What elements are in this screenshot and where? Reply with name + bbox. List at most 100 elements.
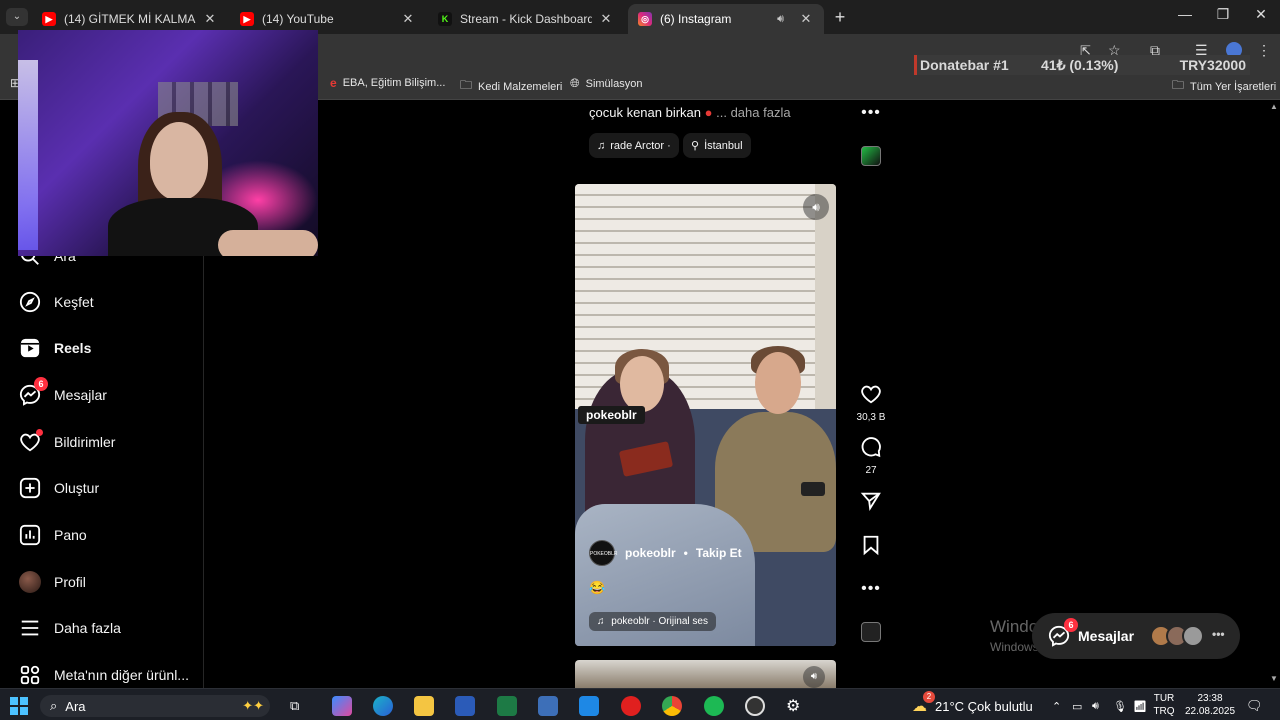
taskbar-spotify[interactable]	[704, 695, 724, 717]
spotify-icon	[704, 696, 724, 716]
location-pin-icon: ⚲	[691, 140, 700, 152]
taskbar-chrome[interactable]	[662, 695, 682, 717]
messenger-icon: 6	[18, 377, 48, 407]
weather-badge: 2	[923, 691, 935, 703]
network-icon: 📶︎	[1133, 700, 1147, 713]
start-button[interactable]	[10, 695, 28, 717]
tray-network[interactable]: 📶︎	[1133, 695, 1147, 717]
taskbar-opera[interactable]	[621, 695, 641, 717]
task-view-icon: ⧉	[290, 698, 300, 713]
music-chip[interactable]: ♫ rade Arctor ·	[589, 133, 679, 158]
instagram-icon: ◎	[638, 12, 652, 26]
prev-more-button[interactable]: •••	[850, 104, 892, 122]
messages-badge: 6	[1064, 618, 1078, 632]
close-icon[interactable]: ✕	[202, 11, 218, 27]
next-reel-video[interactable]: 🔊︎	[575, 660, 836, 688]
taskbar-word[interactable]	[455, 695, 475, 717]
sidebar-item-bildirimler[interactable]: Bildirimler	[18, 426, 115, 458]
volume-icon[interactable]: 🔊︎	[803, 194, 829, 220]
excel-icon	[497, 696, 517, 716]
taskbar-search[interactable]: ⌕ Ara ✦✦	[40, 695, 270, 717]
minimize-button[interactable]: —	[1165, 6, 1205, 22]
tab-search-icon[interactable]: ⌄	[6, 8, 28, 26]
bookmark-eba[interactable]: e EBA, Eğitim Bilişim...	[330, 76, 445, 90]
tray-battery[interactable]: ▭	[1072, 695, 1082, 717]
messages-pill[interactable]: 6 Mesajlar •••	[1032, 613, 1240, 659]
sidebar-item-pano[interactable]: Pano	[18, 519, 87, 551]
weather-widget[interactable]: ☁ 2 21°C Çok bulutlu	[912, 691, 1033, 717]
tray-mic[interactable]: 🎙︎	[1113, 695, 1127, 717]
sidebar-item-profil[interactable]: Profil	[18, 566, 86, 598]
meta-apps-icon	[18, 663, 42, 687]
notification-badge: 6	[34, 377, 48, 391]
tab-instagram[interactable]: ◎ (6) Instagram 🔊︎ ✕	[628, 4, 824, 34]
battery-icon: ▭	[1072, 700, 1083, 713]
share-button[interactable]	[850, 490, 892, 517]
taskbar-obs[interactable]	[745, 695, 765, 717]
tab-kick-dashboard[interactable]: K Stream - Kick Dashboard ✕	[428, 4, 624, 34]
close-icon[interactable]: ✕	[798, 11, 814, 27]
gear-icon: ⚙	[786, 698, 801, 715]
donatebar-overlay: Donatebar #1 41₺ (0.13%) TRY32000	[914, 55, 1250, 75]
save-button[interactable]	[850, 534, 892, 561]
music-note-icon: ♫	[597, 139, 606, 152]
browser-menu-icon[interactable]: ⋮	[1257, 42, 1271, 59]
comment-button[interactable]: 27	[850, 436, 892, 476]
author-avatar[interactable]: POKEOBLR	[589, 540, 618, 566]
scroll-up-icon[interactable]: ▲	[1270, 102, 1278, 111]
language-indicator[interactable]: TUR TRQ	[1152, 692, 1176, 718]
maximize-button[interactable]: ❐	[1203, 6, 1243, 23]
sidebar-item-mesajlar[interactable]: 6 Mesajlar	[18, 377, 107, 411]
reel-video[interactable]: pokeoblr 🔊︎ POKEOBLR pokeoblr • Takip Et…	[575, 184, 836, 646]
follow-button[interactable]: Takip Et	[696, 546, 742, 560]
clock[interactable]: 23:38 22.08.2025	[1180, 692, 1240, 718]
taskbar-copilot[interactable]	[332, 695, 352, 717]
copilot-sparkle-icon: ✦✦	[242, 698, 264, 713]
avatar-icon	[18, 570, 42, 594]
windows-taskbar: ⌕ Ara ✦✦ ⧉ ⚙ ☁ 2 21°C Çok bulutlu ⌃ ▭ 🔊︎…	[0, 688, 1280, 720]
send-icon	[860, 492, 881, 512]
more-icon: •••	[861, 104, 881, 121]
heart-icon	[18, 429, 43, 454]
task-view-button[interactable]: ⧉	[290, 695, 299, 717]
like-button[interactable]: 30,3 B	[850, 383, 892, 423]
sidebar-item-olustur[interactable]: Oluştur	[18, 472, 99, 504]
more-icon: •••	[861, 580, 881, 597]
close-icon[interactable]: ✕	[598, 11, 614, 27]
bookmark-kedi-malzemeleri[interactable]: 🗀 Kedi Malzemeleri	[460, 76, 562, 97]
taskbar-explorer[interactable]	[414, 695, 434, 717]
taskbar-excel[interactable]	[497, 695, 517, 717]
notification-center[interactable]: 🗨︎	[1246, 695, 1263, 717]
tray-overflow[interactable]: ⌃	[1052, 695, 1061, 717]
scroll-down-icon[interactable]: ▼	[1270, 674, 1278, 683]
donatebar-amount: 41₺ (0.13%)	[1041, 56, 1119, 73]
new-tab-button[interactable]: +	[830, 7, 850, 27]
sidebar-item-reels[interactable]: Reels	[18, 332, 91, 364]
sidebar-item-daha-fazla[interactable]: Daha fazla	[18, 612, 121, 644]
taskbar-settings[interactable]: ⚙	[786, 695, 800, 717]
close-icon[interactable]: ✕	[400, 11, 416, 27]
close-window-button[interactable]: ✕	[1241, 6, 1280, 23]
tray-volume[interactable]: 🔊︎	[1092, 695, 1099, 717]
taskbar-edge[interactable]	[373, 695, 393, 717]
location-chip[interactable]: ⚲ İstanbul	[683, 133, 751, 158]
original-audio-chip[interactable]: ♫ pokeoblr · Orijinal ses	[589, 612, 716, 631]
reel-more-button[interactable]: •••	[850, 580, 892, 598]
opera-icon	[621, 696, 641, 716]
volume-icon[interactable]: 🔊︎	[803, 666, 825, 688]
all-bookmarks[interactable]: 🗀 Tüm Yer İşaretleri	[1172, 76, 1276, 97]
sidebar-item-kesfet[interactable]: Keşfet	[18, 286, 94, 318]
author-name[interactable]: pokeoblr	[625, 546, 676, 560]
bookmark-simulasyon[interactable]: 🌐︎ Simülasyon	[570, 76, 642, 91]
notification-icon: 🗨︎	[1246, 698, 1263, 713]
more-link[interactable]: ... daha fazla	[716, 105, 790, 120]
sidebar-item-meta-apps[interactable]: Meta'nın diğer ürünl...	[18, 659, 189, 691]
taskbar-store[interactable]	[579, 695, 599, 717]
page-scrollbar[interactable]: ▲ ▼	[1268, 100, 1280, 688]
like-count: 30,3 B	[856, 412, 886, 423]
prev-audio-thumb[interactable]	[850, 146, 892, 166]
reel-audio-thumb[interactable]	[850, 622, 892, 642]
taskbar-calculator[interactable]	[538, 695, 558, 717]
audio-thumbnail	[861, 622, 881, 642]
speaker-icon[interactable]: 🔊︎	[777, 13, 784, 26]
